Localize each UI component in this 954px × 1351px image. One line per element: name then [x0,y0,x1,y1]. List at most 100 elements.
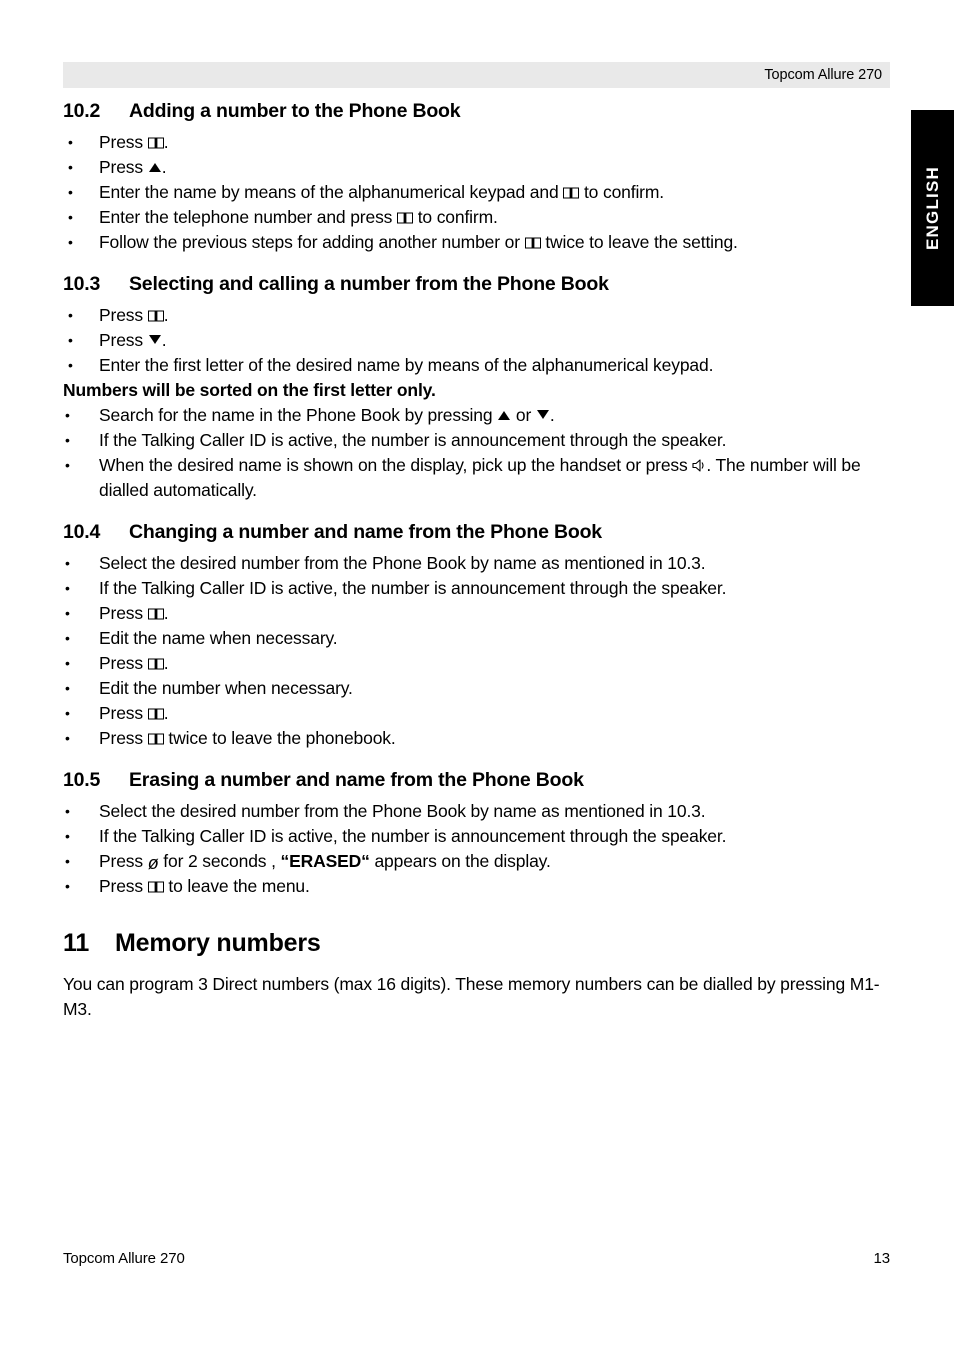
book-icon [147,881,164,893]
section-title: Selecting and calling a number from the … [129,273,609,295]
list-item: Press . [63,328,893,353]
footer-page-number: 13 [873,1250,891,1267]
section-number: 10.4 [63,521,101,543]
list-item-text-tail: twice to leave the phonebook. [163,728,396,748]
section-number: 10.3 [63,273,101,295]
list-item-text-tail: . [549,405,555,425]
list-item-text: Press [99,703,148,723]
list-item-text: Enter the name by means of the alphanume… [99,182,564,202]
list-item-text: If the Talking Caller ID is active, the … [99,826,727,846]
list-item-text: Enter the first letter of the desired na… [99,355,714,375]
list-item: Follow the previous steps for adding ano… [63,230,893,255]
list-item-text: Enter the telephone number and press [99,207,397,227]
book-icon [147,658,164,670]
list-item: Press . [63,601,893,626]
list-item: If the Talking Caller ID is active, the … [63,428,893,453]
list-item-text: Edit the number when necessary. [99,678,353,698]
list-item: Search for the name in the Phone Book by… [63,403,893,428]
section-heading-10-4: 10.4 Changing a number and name from the… [63,521,893,544]
book-icon [563,187,580,199]
section-number: 10.2 [63,100,101,122]
list-item: Enter the first letter of the desired na… [63,353,893,378]
section-10-3-list-b: Search for the name in the Phone Book by… [63,403,893,503]
list-item-text-tail: . [161,157,167,177]
chapter-number: 11 [63,929,90,957]
list-item: When the desired name is shown on the di… [63,453,893,503]
book-icon [147,137,164,149]
list-item-text-tail: appears on the display. [369,851,551,871]
language-tab-label: ENGLISH [922,166,942,250]
list-item-text-mid: or [511,405,536,425]
section-heading-10-2: 10.2 Adding a number to the Phone Book [63,100,893,123]
sorting-note: Numbers will be sorted on the first lett… [63,380,436,400]
list-item-text: Select the desired number from the Phone… [99,801,706,821]
section-title: Adding a number to the Phone Book [129,100,461,122]
speaker-icon [692,459,706,472]
list-item-text-mid: for 2 seconds , [158,851,281,871]
list-item-text: Press [99,157,148,177]
chapter-title: Memory numbers [115,929,321,957]
list-item: Press . [63,303,893,328]
list-item-text: Press [99,305,148,325]
list-item-text-tail: to leave the menu. [163,876,310,896]
list-item-text-tail: . [163,305,169,325]
book-icon [147,733,164,745]
arrow-up-icon [498,411,511,420]
list-item: Press twice to leave the phonebook. [63,726,893,751]
page-footer: Topcom Allure 270 13 [63,1250,890,1267]
list-item-text: Edit the name when necessary. [99,628,338,648]
list-item-text: When the desired name is shown on the di… [99,455,693,475]
list-item-text: Press [99,876,148,896]
list-item: Select the desired number from the Phone… [63,551,893,576]
section-title: Changing a number and name from the Phon… [129,521,602,543]
list-item-text: If the Talking Caller ID is active, the … [99,430,727,450]
list-item: Press . [63,155,893,180]
list-item: Press ø for 2 seconds , “ERASED“ appears… [63,849,893,874]
book-icon [396,212,413,224]
list-item-text: Press [99,653,148,673]
book-icon [147,708,164,720]
arrow-down-icon [148,335,161,344]
erased-label: “ERASED“ [280,851,370,871]
list-item-text-tail: to confirm. [579,182,665,202]
list-item-text: Press [99,728,148,748]
list-item: If the Talking Caller ID is active, the … [63,824,893,849]
list-item-text: Press [99,330,148,350]
list-item-text-tail: to confirm. [412,207,498,227]
arrow-down-icon [536,410,549,419]
list-item: Press . [63,130,893,155]
book-icon [147,608,164,620]
list-item-text: Follow the previous steps for adding ano… [99,232,525,252]
book-icon [147,310,164,322]
list-item-text-tail: . [163,703,169,723]
section-10-5-list: Select the desired number from the Phone… [63,799,893,899]
list-item-text-tail: twice to leave the setting. [540,232,738,252]
list-item: Press . [63,651,893,676]
section-10-4-list: Select the desired number from the Phone… [63,551,893,751]
list-item-text: Select the desired number from the Phone… [99,553,706,573]
section-heading-10-5: 10.5 Erasing a number and name from the … [63,769,893,792]
list-item: If the Talking Caller ID is active, the … [63,576,893,601]
list-item: Press . [63,701,893,726]
page-content: 10.2 Adding a number to the Phone Book P… [63,100,893,1022]
list-item: Select the desired number from the Phone… [63,799,893,824]
list-item-text-tail: . [161,330,167,350]
list-item: Enter the telephone number and press to … [63,205,893,230]
book-icon [524,237,541,249]
chapter-heading-11: 11 Memory numbers [63,929,893,958]
list-item: Edit the number when necessary. [63,676,893,701]
list-item-text: Press [99,851,148,871]
section-10-3-list-a: Press . Press . Enter the first letter o… [63,303,893,378]
list-item-text: Press [99,132,148,152]
list-item-text: Search for the name in the Phone Book by… [99,405,498,425]
section-10-2-list: Press . Press . Enter the name by means … [63,130,893,255]
page-header-band: Topcom Allure 270 [63,62,890,88]
list-item-text-tail: . [163,132,169,152]
list-item: Press to leave the menu. [63,874,893,899]
language-tab-english: ENGLISH [911,110,954,306]
header-title: Topcom Allure 270 [764,67,882,83]
arrow-up-icon [148,163,161,172]
section-title: Erasing a number and name from the Phone… [129,769,584,791]
list-item: Enter the name by means of the alphanume… [63,180,893,205]
list-item-text-tail: . [163,653,169,673]
